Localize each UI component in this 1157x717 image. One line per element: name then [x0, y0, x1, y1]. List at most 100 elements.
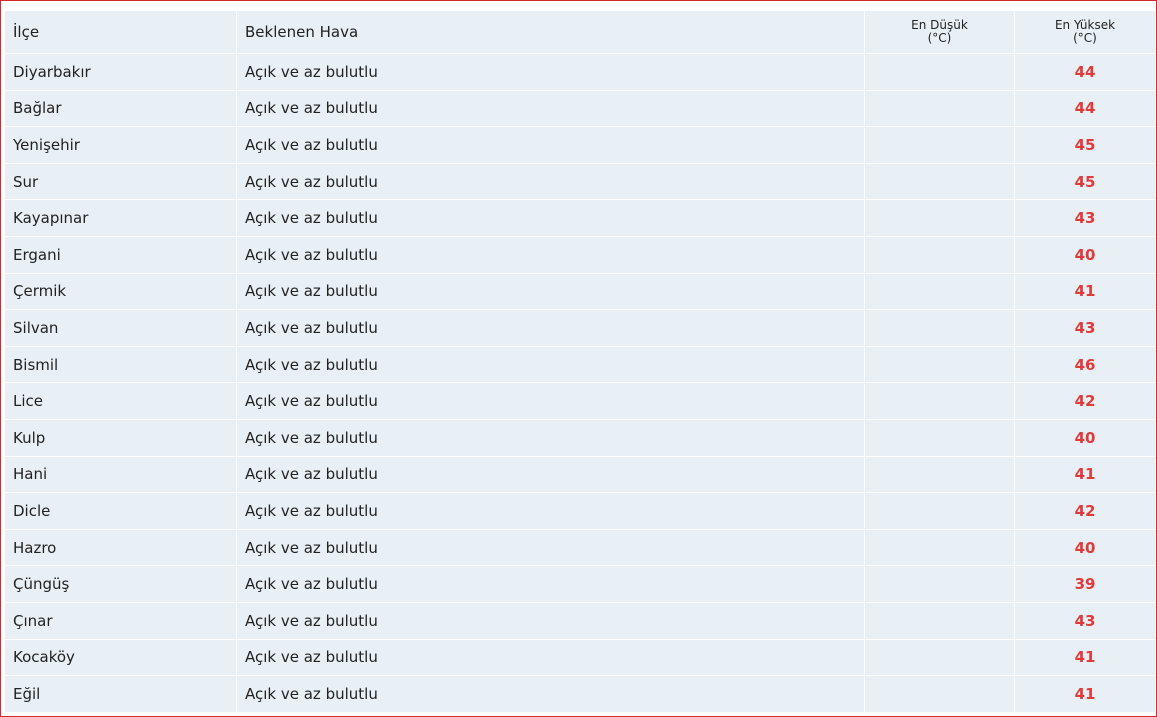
max-temperature-cell: 45 — [1015, 127, 1155, 164]
max-temperature-cell: 43 — [1015, 310, 1155, 347]
max-temperature-cell: 40 — [1015, 419, 1155, 457]
district-cell: Hani — [5, 456, 237, 494]
table-row: Çermik Açık ve az bulutlu 41 — [5, 273, 1155, 311]
min-temperature-cell — [865, 602, 1015, 640]
weather-table-container: İlçe Beklenen Hava En Düşük (°C) En Yüks… — [5, 11, 1155, 713]
forecast-cell: Açık ve az bulutlu — [237, 639, 865, 677]
max-temperature-cell: 40 — [1015, 529, 1155, 567]
min-temperature-cell — [865, 639, 1015, 677]
min-temperature-cell — [865, 383, 1015, 420]
header-row: İlçe Beklenen Hava En Düşük (°C) En Yüks… — [5, 11, 1155, 54]
forecast-cell: Açık ve az bulutlu — [237, 236, 865, 274]
forecast-cell: Açık ve az bulutlu — [237, 346, 865, 384]
forecast-cell: Açık ve az bulutlu — [237, 676, 865, 713]
district-cell: Ergani — [5, 236, 237, 274]
table-row: Kulp Açık ve az bulutlu 40 — [5, 419, 1155, 457]
district-cell: Çüngüş — [5, 566, 237, 603]
max-temperature-cell: 43 — [1015, 602, 1155, 640]
forecast-cell: Açık ve az bulutlu — [237, 566, 865, 603]
max-temperature-cell: 43 — [1015, 200, 1155, 237]
screenshot-frame: İlçe Beklenen Hava En Düşük (°C) En Yüks… — [0, 0, 1157, 717]
table-row: Silvan Açık ve az bulutlu 43 — [5, 310, 1155, 347]
district-cell: Kayapınar — [5, 200, 237, 237]
district-cell: Diyarbakır — [5, 54, 237, 91]
forecast-cell: Açık ve az bulutlu — [237, 529, 865, 567]
max-temperature-cell: 42 — [1015, 383, 1155, 420]
table-row: Lice Açık ve az bulutlu 42 — [5, 383, 1155, 420]
min-temperature-cell — [865, 163, 1015, 201]
forecast-cell: Açık ve az bulutlu — [237, 602, 865, 640]
weather-forecast-table: İlçe Beklenen Hava En Düşük (°C) En Yüks… — [5, 11, 1155, 713]
table-row: Hazro Açık ve az bulutlu 40 — [5, 529, 1155, 567]
min-temperature-cell — [865, 419, 1015, 457]
forecast-cell: Açık ve az bulutlu — [237, 163, 865, 201]
district-cell: Eğil — [5, 676, 237, 713]
table-row: Eğil Açık ve az bulutlu 41 — [5, 676, 1155, 713]
min-temperature-cell — [865, 236, 1015, 274]
district-cell: Yenişehir — [5, 127, 237, 164]
min-temperature-cell — [865, 566, 1015, 603]
min-temperature-cell — [865, 90, 1015, 128]
max-temperature-cell: 44 — [1015, 90, 1155, 128]
forecast-cell: Açık ve az bulutlu — [237, 310, 865, 347]
max-temperature-cell: 41 — [1015, 639, 1155, 677]
table-row: Bağlar Açık ve az bulutlu 44 — [5, 90, 1155, 128]
min-temperature-cell — [865, 200, 1015, 237]
district-cell: Kocaköy — [5, 639, 237, 677]
district-cell: Çermik — [5, 273, 237, 311]
forecast-cell: Açık ve az bulutlu — [237, 456, 865, 494]
table-row: Kayapınar Açık ve az bulutlu 43 — [5, 200, 1155, 237]
forecast-cell: Açık ve az bulutlu — [237, 383, 865, 420]
max-temperature-cell: 39 — [1015, 566, 1155, 603]
header-max-unit: (°C) — [1073, 31, 1097, 45]
max-temperature-cell: 42 — [1015, 493, 1155, 530]
max-temperature-cell: 40 — [1015, 236, 1155, 274]
min-temperature-cell — [865, 676, 1015, 713]
district-cell: Bağlar — [5, 90, 237, 128]
min-temperature-cell — [865, 310, 1015, 347]
min-temperature-cell — [865, 493, 1015, 530]
district-cell: Bismil — [5, 346, 237, 384]
table-row: Çüngüş Açık ve az bulutlu 39 — [5, 566, 1155, 603]
min-temperature-cell — [865, 54, 1015, 91]
district-cell: Lice — [5, 383, 237, 420]
district-cell: Çınar — [5, 602, 237, 640]
max-temperature-cell: 44 — [1015, 54, 1155, 91]
table-row: Bismil Açık ve az bulutlu 46 — [5, 346, 1155, 384]
max-temperature-cell: 41 — [1015, 676, 1155, 713]
table-row: Çınar Açık ve az bulutlu 43 — [5, 602, 1155, 640]
table-row: Diyarbakır Açık ve az bulutlu 44 — [5, 54, 1155, 91]
min-temperature-cell — [865, 529, 1015, 567]
forecast-cell: Açık ve az bulutlu — [237, 127, 865, 164]
max-temperature-cell: 41 — [1015, 273, 1155, 311]
max-temperature-cell: 46 — [1015, 346, 1155, 384]
table-row: Sur Açık ve az bulutlu 45 — [5, 163, 1155, 201]
district-cell: Dicle — [5, 493, 237, 530]
district-cell: Hazro — [5, 529, 237, 567]
district-cell: Kulp — [5, 419, 237, 457]
max-temperature-cell: 41 — [1015, 456, 1155, 494]
min-temperature-cell — [865, 273, 1015, 311]
forecast-cell: Açık ve az bulutlu — [237, 493, 865, 530]
forecast-cell: Açık ve az bulutlu — [237, 200, 865, 237]
table-row: Yenişehir Açık ve az bulutlu 45 — [5, 127, 1155, 164]
max-temperature-cell: 45 — [1015, 163, 1155, 201]
table-header: İlçe Beklenen Hava En Düşük (°C) En Yüks… — [5, 11, 1155, 54]
table-body: Diyarbakır Açık ve az bulutlu 44 Bağlar Açık… — [5, 54, 1155, 713]
header-min-unit: (°C) — [927, 31, 952, 45]
forecast-cell: Açık ve az bulutlu — [237, 419, 865, 457]
min-temperature-cell — [865, 346, 1015, 384]
district-cell: Sur — [5, 163, 237, 201]
header-district: İlçe — [5, 11, 237, 54]
forecast-cell: Açık ve az bulutlu — [237, 273, 865, 311]
table-row: Ergani Açık ve az bulutlu 40 — [5, 236, 1155, 274]
header-forecast: Beklenen Hava — [237, 11, 865, 54]
district-cell: Silvan — [5, 310, 237, 347]
table-row: Dicle Açık ve az bulutlu 42 — [5, 493, 1155, 530]
header-min-temperature: En Düşük (°C) — [865, 11, 1015, 54]
header-max-temperature: En Yüksek (°C) — [1015, 11, 1155, 54]
forecast-cell: Açık ve az bulutlu — [237, 90, 865, 128]
forecast-cell: Açık ve az bulutlu — [237, 54, 865, 91]
min-temperature-cell — [865, 127, 1015, 164]
table-row: Kocaköy Açık ve az bulutlu 41 — [5, 639, 1155, 677]
